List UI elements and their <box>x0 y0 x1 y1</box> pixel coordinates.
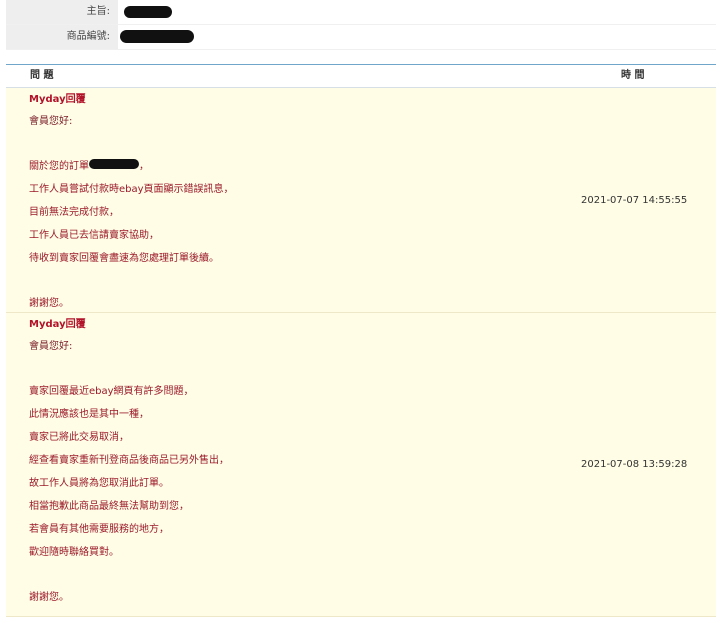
reply-line: 待收到賣家回覆會盡速為您處理訂單後續。 <box>29 253 219 264</box>
reply-line: 經查看賣家重新刊登商品後商品已另外售出， <box>29 455 229 466</box>
product-number-label: 商品編號: <box>6 25 118 49</box>
reply-content: Myday回覆 會員您好: 關於您的訂單 ， 工作人員嘗試付款時ebay頁面顯示錯… <box>6 88 581 312</box>
reply-line: 故工作人員將為您取消此訂單。 <box>29 478 169 489</box>
subject-label: 主旨: <box>6 0 118 24</box>
order-prefix: 關於您的訂單 <box>29 161 89 172</box>
reply-line: 相當抱歉此商品最終無法幫助到您， <box>29 501 189 512</box>
reply-line: 此情況應該也是其中一種， <box>29 409 149 420</box>
reply-closing: 謝謝您。 <box>29 592 69 603</box>
reply-time: 2021-07-08 13:59:28 <box>581 459 688 470</box>
order-suffix: ， <box>139 161 149 172</box>
reply-line: 賣家回覆最近ebay網頁有許多問題， <box>29 386 194 397</box>
reply-greeting: 會員您好: <box>29 116 73 127</box>
reply-row: Myday回覆 會員您好: 賣家回覆最近ebay網頁有許多問題， 此情況應該也是… <box>6 313 716 617</box>
reply-title: Myday回覆 <box>29 319 86 330</box>
reply-line: 工作人員已去信請賣家協助， <box>29 230 159 241</box>
redaction-mark <box>89 159 139 169</box>
product-number-value <box>118 25 716 49</box>
reply-time: 2021-07-07 14:55:55 <box>581 194 688 206</box>
reply-line: 目前無法完成付款， <box>29 207 119 218</box>
subject-value <box>118 0 716 24</box>
question-column-header: 問 題 <box>30 70 54 81</box>
reply-content: Myday回覆 會員您好: 賣家回覆最近ebay網頁有許多問題， 此情況應該也是… <box>6 313 581 616</box>
reply-line: 歡迎隨時聯絡買對。 <box>29 547 119 558</box>
reply-line: 賣家已將此交易取消， <box>29 432 129 443</box>
product-number-row: 商品編號: <box>6 25 716 50</box>
redaction-mark <box>120 30 194 43</box>
time-column-header: 時 間 <box>621 70 645 81</box>
reply-line: 若會員有其他需要服務的地方， <box>29 524 169 535</box>
subject-row: 主旨: <box>6 0 716 25</box>
reply-greeting: 會員您好: <box>29 341 73 352</box>
reply-line-order: 關於您的訂單 ， <box>29 159 581 182</box>
qa-table-header: 問 題 時 間 <box>6 64 716 88</box>
reply-title: Myday回覆 <box>29 94 86 105</box>
order-info-table: 主旨: 商品編號: <box>6 0 716 50</box>
redaction-mark <box>124 6 172 18</box>
reply-line: 工作人員嘗試付款時ebay頁面顯示錯誤訊息， <box>29 184 234 195</box>
reply-row: Myday回覆 會員您好: 關於您的訂單 ， 工作人員嘗試付款時ebay頁面顯示錯… <box>6 88 716 313</box>
qa-table: 問 題 時 間 Myday回覆 會員您好: 關於您的訂單 ， 工作人員嘗試付款時e… <box>6 64 716 617</box>
